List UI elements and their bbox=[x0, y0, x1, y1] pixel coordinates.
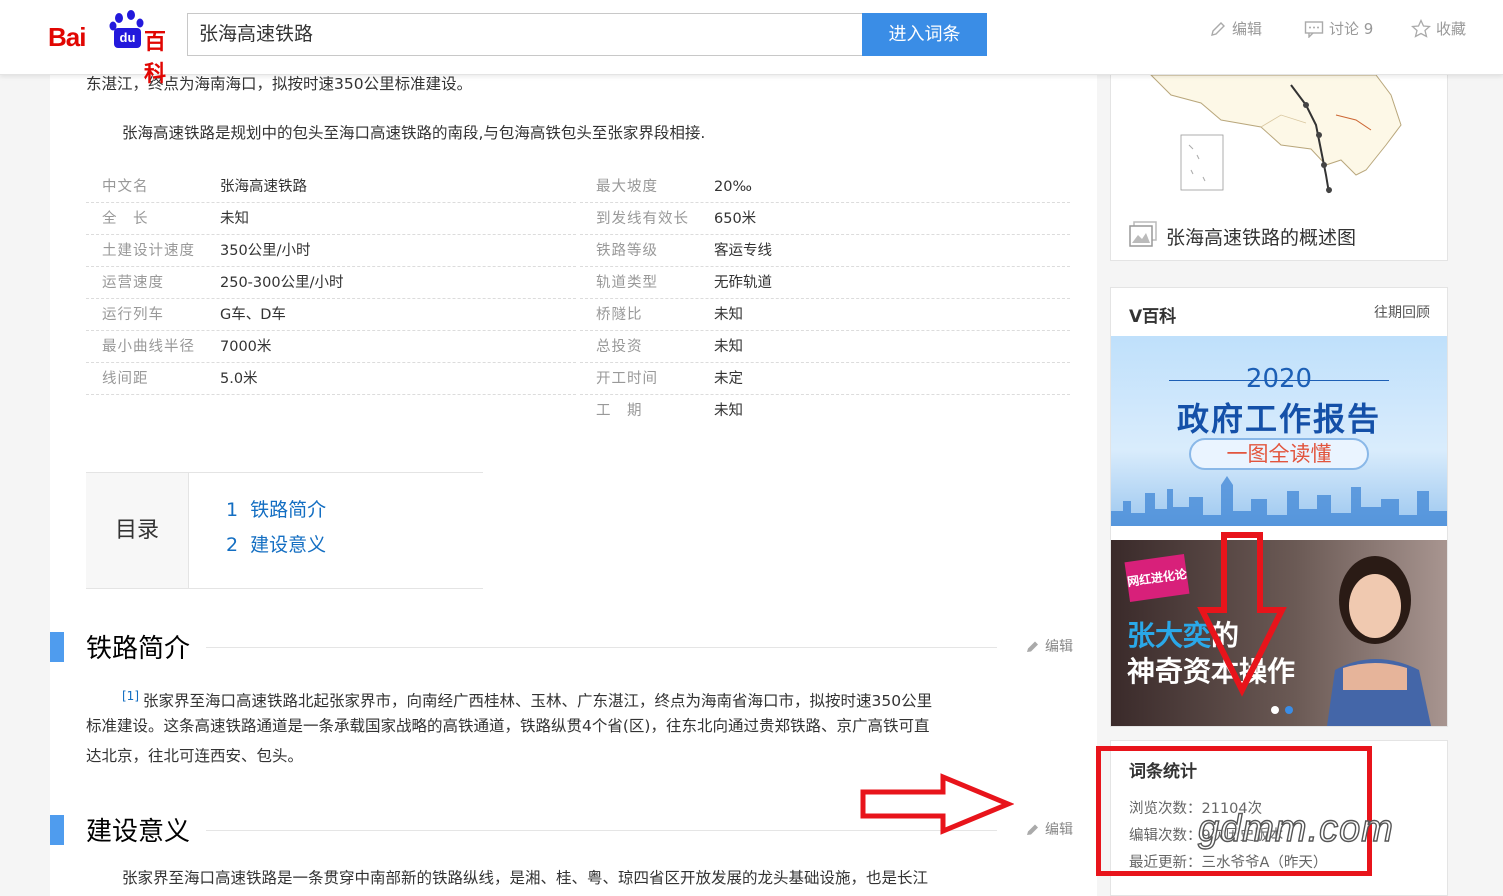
info-row: 土建设计速度 350公里/小时 bbox=[86, 235, 576, 267]
section2-line1: 张家界至海口高速铁路是一条贯穿中南部新的铁路纵线，是湘、桂、粤、琼四省区开放发展… bbox=[122, 869, 929, 887]
section-edit-button[interactable]: 编辑 bbox=[1025, 636, 1073, 656]
section-edit-button[interactable]: 编辑 bbox=[1025, 819, 1073, 839]
info-row: 线间距 5.0米 bbox=[86, 363, 576, 395]
edit-action[interactable]: 编辑 bbox=[1209, 18, 1262, 39]
banner-year: 2020 bbox=[1245, 364, 1313, 394]
info-row: 桥隧比 未知 bbox=[580, 299, 1070, 331]
logo-du: du bbox=[114, 28, 141, 48]
info-row: 总投资 未知 bbox=[580, 331, 1070, 363]
edit-label: 编辑 bbox=[1045, 639, 1073, 655]
intro-paragraph: 张海高速铁路是规划中的包头至海口高速铁路的南段,与包海高铁包头至张家界段相接. bbox=[122, 124, 706, 142]
favorite-action[interactable]: 收藏 bbox=[1411, 18, 1466, 39]
pencil-icon bbox=[1027, 641, 1038, 652]
discuss-action[interactable]: 讨论 9 bbox=[1304, 18, 1373, 39]
info-row: 全 长未知 bbox=[86, 203, 576, 235]
logo-baike: 百科 bbox=[144, 30, 166, 87]
info-row: 铁路等级 客运专线 bbox=[580, 235, 1070, 267]
edit-label: 编辑 bbox=[1045, 822, 1073, 838]
past-review-link[interactable]: 往期回顾 bbox=[1374, 302, 1430, 322]
section-marker bbox=[50, 632, 64, 662]
info-row: 最小曲线半径 7000米 bbox=[86, 331, 576, 363]
banner-title: 政府工作报告 bbox=[1176, 400, 1381, 438]
carousel-dot-active[interactable] bbox=[1285, 706, 1293, 714]
divider bbox=[1169, 380, 1389, 381]
down-arrow-annotation bbox=[1197, 532, 1287, 697]
discuss-label: 讨论 9 bbox=[1329, 20, 1374, 38]
info-row: 轨道类型 无砟轨道 bbox=[580, 267, 1070, 299]
comment-icon bbox=[1304, 20, 1324, 38]
v-baike-title: V百科 bbox=[1129, 307, 1177, 327]
section-title: 建设意义 bbox=[86, 817, 191, 847]
top-bar: Bai du 百科 张海高速铁路 进入词条 编辑 讨论 9 收藏 bbox=[0, 0, 1503, 87]
toc-label: 目录 bbox=[86, 473, 189, 588]
info-row: 开工时间 未定 bbox=[580, 363, 1070, 395]
gallery-icon bbox=[1129, 221, 1157, 247]
city-skyline-graphic bbox=[1111, 476, 1447, 526]
logo-bai: Bai bbox=[48, 22, 86, 52]
section1-line2: 标准建设。这条高速铁路通道是一条承载国家战略的高铁通道，铁路纵贯4个省(区)，往… bbox=[86, 717, 930, 735]
map-caption[interactable]: 张海高速铁路的概述图 bbox=[1166, 223, 1356, 250]
person-photo bbox=[1327, 556, 1431, 726]
info-row: 运行列车 G车、D车 bbox=[86, 299, 576, 331]
edit-label: 编辑 bbox=[1232, 20, 1263, 38]
favorite-label: 收藏 bbox=[1436, 20, 1467, 38]
pencil-icon bbox=[1027, 824, 1038, 835]
banner-government-report[interactable]: 2020 政府工作报告 一图全读懂 bbox=[1111, 336, 1447, 526]
china-railway-map bbox=[1150, 75, 1402, 194]
section-heading-railway-intro: 铁路简介 编辑 bbox=[50, 632, 1097, 672]
map-card[interactable]: 张海高速铁路的概述图 bbox=[1110, 75, 1448, 261]
pencil-icon bbox=[1211, 21, 1225, 36]
info-row: 中文名 张海高速铁路 bbox=[86, 171, 576, 203]
info-row: 工 期未知 bbox=[596, 403, 743, 419]
section-title: 铁路简介 bbox=[86, 634, 191, 664]
section1-line3: 达北京，往北可连西安、包头。 bbox=[86, 747, 304, 765]
banner-subtitle: 一图全读懂 bbox=[1189, 438, 1369, 470]
badge-label: 网红进化论 bbox=[1124, 554, 1190, 602]
section-marker bbox=[50, 815, 64, 845]
table-of-contents: 目录 1 铁路简介 2 建设意义 bbox=[86, 472, 483, 589]
enter-entry-button[interactable]: 进入词条 bbox=[862, 13, 987, 56]
star-icon bbox=[1411, 19, 1431, 38]
baidu-baike-logo[interactable]: Bai du 百科 bbox=[48, 8, 178, 87]
carousel-dot[interactable] bbox=[1271, 706, 1279, 714]
reference-link[interactable]: [1] bbox=[122, 689, 139, 703]
watermark: gdmm.com bbox=[1197, 807, 1394, 850]
toc-item-significance[interactable]: 2 建设意义 bbox=[226, 530, 326, 557]
search-input[interactable]: 张海高速铁路 bbox=[187, 13, 863, 56]
toc-item-railway-intro[interactable]: 1 铁路简介 bbox=[226, 495, 326, 522]
info-row: 最大坡度 20‰ bbox=[580, 171, 1070, 203]
info-row: 到发线有效长 650米 bbox=[580, 203, 1070, 235]
section-divider bbox=[206, 647, 997, 648]
right-arrow-annotation bbox=[860, 773, 1014, 835]
info-row: 运营速度 250-300公里/小时 bbox=[86, 267, 576, 299]
